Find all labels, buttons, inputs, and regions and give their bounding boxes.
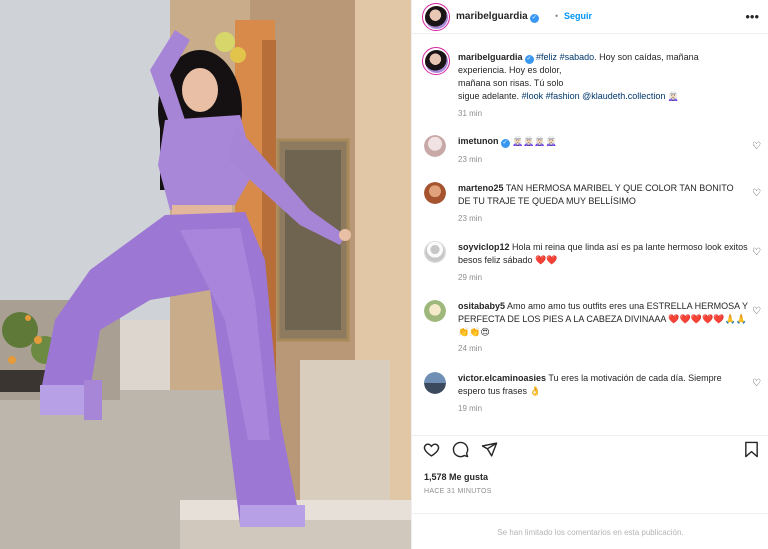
- post-sidebar: maribelguardia ✓ • Seguir ••• maribelguar…: [411, 0, 768, 549]
- hashtag-fashion[interactable]: #fashion: [546, 91, 580, 101]
- comment-icon[interactable]: [452, 441, 469, 462]
- post-header: maribelguardia ✓ • Seguir •••: [412, 0, 768, 34]
- comment-like-heart-icon[interactable]: ♡: [752, 378, 761, 389]
- caption-line-1: . Hoy son caídas, mañana: [594, 52, 699, 62]
- share-paper-plane-icon[interactable]: [481, 441, 498, 462]
- heart-outline-icon[interactable]: [423, 441, 440, 462]
- comment-body: 🧝🏻‍♀️🧝🏻‍♀️🧝🏻‍♀️🧝🏻‍♀️: [512, 136, 557, 146]
- comment-avatar[interactable]: [424, 372, 446, 394]
- caption-time: 31 min: [458, 109, 483, 118]
- comments-scroll-area[interactable]: maribelguardia ✓ #feliz #sabado. Hoy son …: [412, 35, 768, 435]
- header-separator: •: [555, 11, 559, 21]
- verified-badge-icon: ✓: [500, 139, 510, 148]
- hashtag-feliz[interactable]: #feliz: [536, 52, 557, 62]
- comment-time: 23 min: [458, 214, 483, 223]
- comment-username[interactable]: ositababy5: [458, 301, 505, 311]
- caption-avatar[interactable]: [422, 47, 450, 75]
- hashtag-look[interactable]: #look: [522, 91, 544, 101]
- comments-limited-notice: Se han limitado los comentarios en esta …: [412, 513, 768, 549]
- comment-time: 23 min: [458, 155, 483, 164]
- caption-line-3: mañana son risas. Tú solo: [458, 78, 564, 88]
- comment-username[interactable]: victor.elcaminoasies: [458, 373, 546, 383]
- follow-button[interactable]: Seguir: [564, 11, 592, 21]
- author-username-text[interactable]: maribelguardia: [456, 11, 528, 22]
- comment-username[interactable]: marteno25: [458, 183, 504, 193]
- comment-avatar[interactable]: [424, 135, 446, 157]
- comment-avatar[interactable]: [424, 182, 446, 204]
- comment-like-heart-icon[interactable]: ♡: [752, 247, 761, 258]
- caption-text: maribelguardia ✓ #feliz #sabado. Hoy son …: [458, 51, 758, 103]
- post-action-bar: [412, 435, 768, 463]
- comment-text: ositababy5 Amo amo amo tus outfits eres …: [458, 300, 748, 339]
- instagram-post-view: maribelguardia ✓ • Seguir ••• maribelguar…: [0, 0, 768, 549]
- comment-text: marteno25 TAN HERMOSA MARIBEL Y QUE COLO…: [458, 182, 748, 208]
- bookmark-icon[interactable]: [744, 441, 759, 462]
- comment-time: 29 min: [458, 273, 483, 282]
- caption-line-2: experiencia. Hoy es dolor,: [458, 65, 562, 75]
- comment-username[interactable]: soyviclop12: [458, 242, 510, 252]
- author-avatar[interactable]: [422, 3, 450, 31]
- like-count[interactable]: 1,578 Me gusta: [424, 472, 488, 482]
- comment-time: 24 min: [458, 344, 483, 353]
- mention-klaudeth[interactable]: @klaudeth.collection: [582, 91, 665, 101]
- author-username[interactable]: maribelguardia ✓: [456, 11, 539, 23]
- more-options-icon[interactable]: •••: [745, 9, 759, 24]
- caption-line-4: sigue adelante.: [458, 91, 522, 101]
- verified-badge-icon: ✓: [529, 14, 539, 23]
- post-photo[interactable]: [0, 0, 411, 549]
- comment-avatar[interactable]: [424, 300, 446, 322]
- post-timestamp: HACE 31 MINUTOS: [424, 488, 492, 495]
- comment-text: imetunon ✓ 🧝🏻‍♀️🧝🏻‍♀️🧝🏻‍♀️🧝🏻‍♀️: [458, 135, 748, 148]
- comment-time: 19 min: [458, 404, 483, 413]
- caption-username[interactable]: maribelguardia: [458, 52, 523, 62]
- comment-like-heart-icon[interactable]: ♡: [752, 188, 761, 199]
- caption-emoji: 🧝🏻‍♀️: [667, 91, 680, 101]
- hashtag-sabado[interactable]: #sabado: [560, 52, 595, 62]
- comment-like-heart-icon[interactable]: ♡: [752, 141, 761, 152]
- verified-badge-icon: ✓: [524, 55, 534, 64]
- comment-text: victor.elcaminoasies Tu eres la motivaci…: [458, 372, 748, 398]
- post-image: [0, 0, 411, 549]
- comment-avatar[interactable]: [424, 241, 446, 263]
- comment-like-heart-icon[interactable]: ♡: [752, 306, 761, 317]
- comment-username[interactable]: imetunon: [458, 136, 499, 146]
- comment-text: soyviclop12 Hola mi reina que linda así …: [458, 241, 748, 267]
